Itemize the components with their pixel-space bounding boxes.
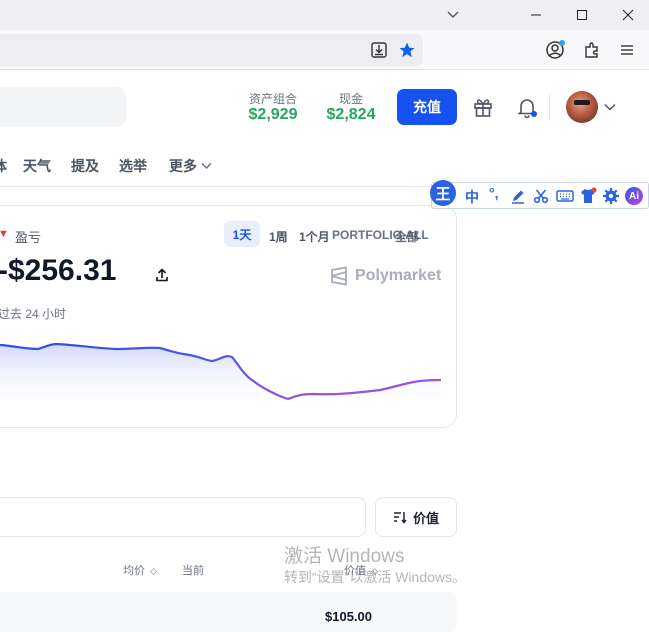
positions-search-input[interactable] <box>0 497 366 537</box>
keyboard-icon[interactable] <box>556 188 574 204</box>
pnl-period: 过去 24 小时 <box>0 307 67 321</box>
table-row[interactable] <box>0 592 457 632</box>
browser-toolbar <box>0 30 649 70</box>
nav-item-weather[interactable]: 天气 <box>23 156 51 176</box>
nav-divider <box>0 186 458 187</box>
tab-list-chevron-icon[interactable] <box>430 0 476 30</box>
ime-toolbar: 中 °, Ai <box>431 182 649 209</box>
maximize-button[interactable] <box>559 0 605 30</box>
avatar[interactable] <box>566 91 598 123</box>
ime-logo[interactable]: 王 <box>430 180 456 206</box>
pnl-value: -$256.31 <box>0 254 117 287</box>
scissors-icon[interactable] <box>533 188 549 204</box>
account-icon[interactable] <box>543 38 567 62</box>
sort-icon <box>393 512 407 524</box>
pnl-label: 盈亏 <box>15 230 42 245</box>
browser-titlebar <box>0 0 649 30</box>
skin-shirt-icon[interactable] <box>579 187 597 205</box>
nav-item-more-label: 更多 <box>169 158 197 174</box>
range-tab-1w[interactable]: 1周 <box>269 228 288 245</box>
sort-arrows-icon: ◇ <box>150 566 157 576</box>
polymarket-logo: Polymarket <box>329 266 441 286</box>
header-divider <box>549 94 550 120</box>
range-tab-1d[interactable]: 1天 <box>224 221 260 247</box>
chevron-down-icon <box>201 162 212 170</box>
portfolio-value[interactable]: $2,929 <box>233 106 313 124</box>
gear-icon[interactable] <box>602 187 620 205</box>
nav-item-more[interactable]: 更多 <box>169 156 212 176</box>
polymarket-logo-icon <box>331 266 347 286</box>
ime-mode[interactable]: 中 <box>465 187 479 207</box>
download-icon[interactable] <box>367 38 391 62</box>
sort-button[interactable]: 价值 <box>375 497 457 537</box>
nav-item-elections[interactable]: 选举 <box>119 156 147 176</box>
range-tab-all[interactable]: 全部 <box>395 228 419 245</box>
share-icon[interactable] <box>150 263 174 287</box>
sort-label: 价值 <box>412 510 439 526</box>
bell-icon[interactable] <box>515 95 539 119</box>
extensions-icon[interactable] <box>580 38 604 62</box>
ime-punctuation[interactable]: °, <box>489 185 499 201</box>
column-header-avg-price-label: 均价 <box>123 565 145 577</box>
ai-icon[interactable]: Ai <box>625 187 643 205</box>
cash-value[interactable]: $2,824 <box>311 106 391 124</box>
nav-item-mentions[interactable]: 提及 <box>71 156 99 176</box>
pen-icon[interactable] <box>510 188 526 204</box>
star-icon[interactable] <box>395 38 419 62</box>
site-search-input[interactable] <box>0 87 126 127</box>
cash-label: 现金 <box>338 92 363 106</box>
menu-icon[interactable] <box>615 38 639 62</box>
pnl-chart <box>0 342 442 410</box>
close-button[interactable] <box>605 0 649 30</box>
deposit-button[interactable]: 充值 <box>397 89 457 125</box>
column-header-avg-price[interactable]: 均价 ◇ <box>123 562 157 578</box>
url-bar[interactable] <box>0 34 423 66</box>
gift-icon[interactable] <box>471 95 495 119</box>
down-triangle-icon: ▼ <box>0 228 9 240</box>
portfolio-label: 资产组合 <box>248 92 297 106</box>
range-tab-1m[interactable]: 1个月 <box>299 228 330 245</box>
polymarket-brand: Polymarket <box>355 267 442 284</box>
chevron-down-icon[interactable] <box>598 95 622 119</box>
windows-watermark-subtitle: 转到“设置”以激活 Windows。 <box>284 569 467 585</box>
column-header-current[interactable]: 当前 <box>182 562 204 578</box>
minimize-button[interactable] <box>513 0 559 30</box>
windows-watermark-title: 激活 Windows <box>284 546 405 567</box>
nav-item-sports[interactable]: 体 <box>0 156 7 176</box>
